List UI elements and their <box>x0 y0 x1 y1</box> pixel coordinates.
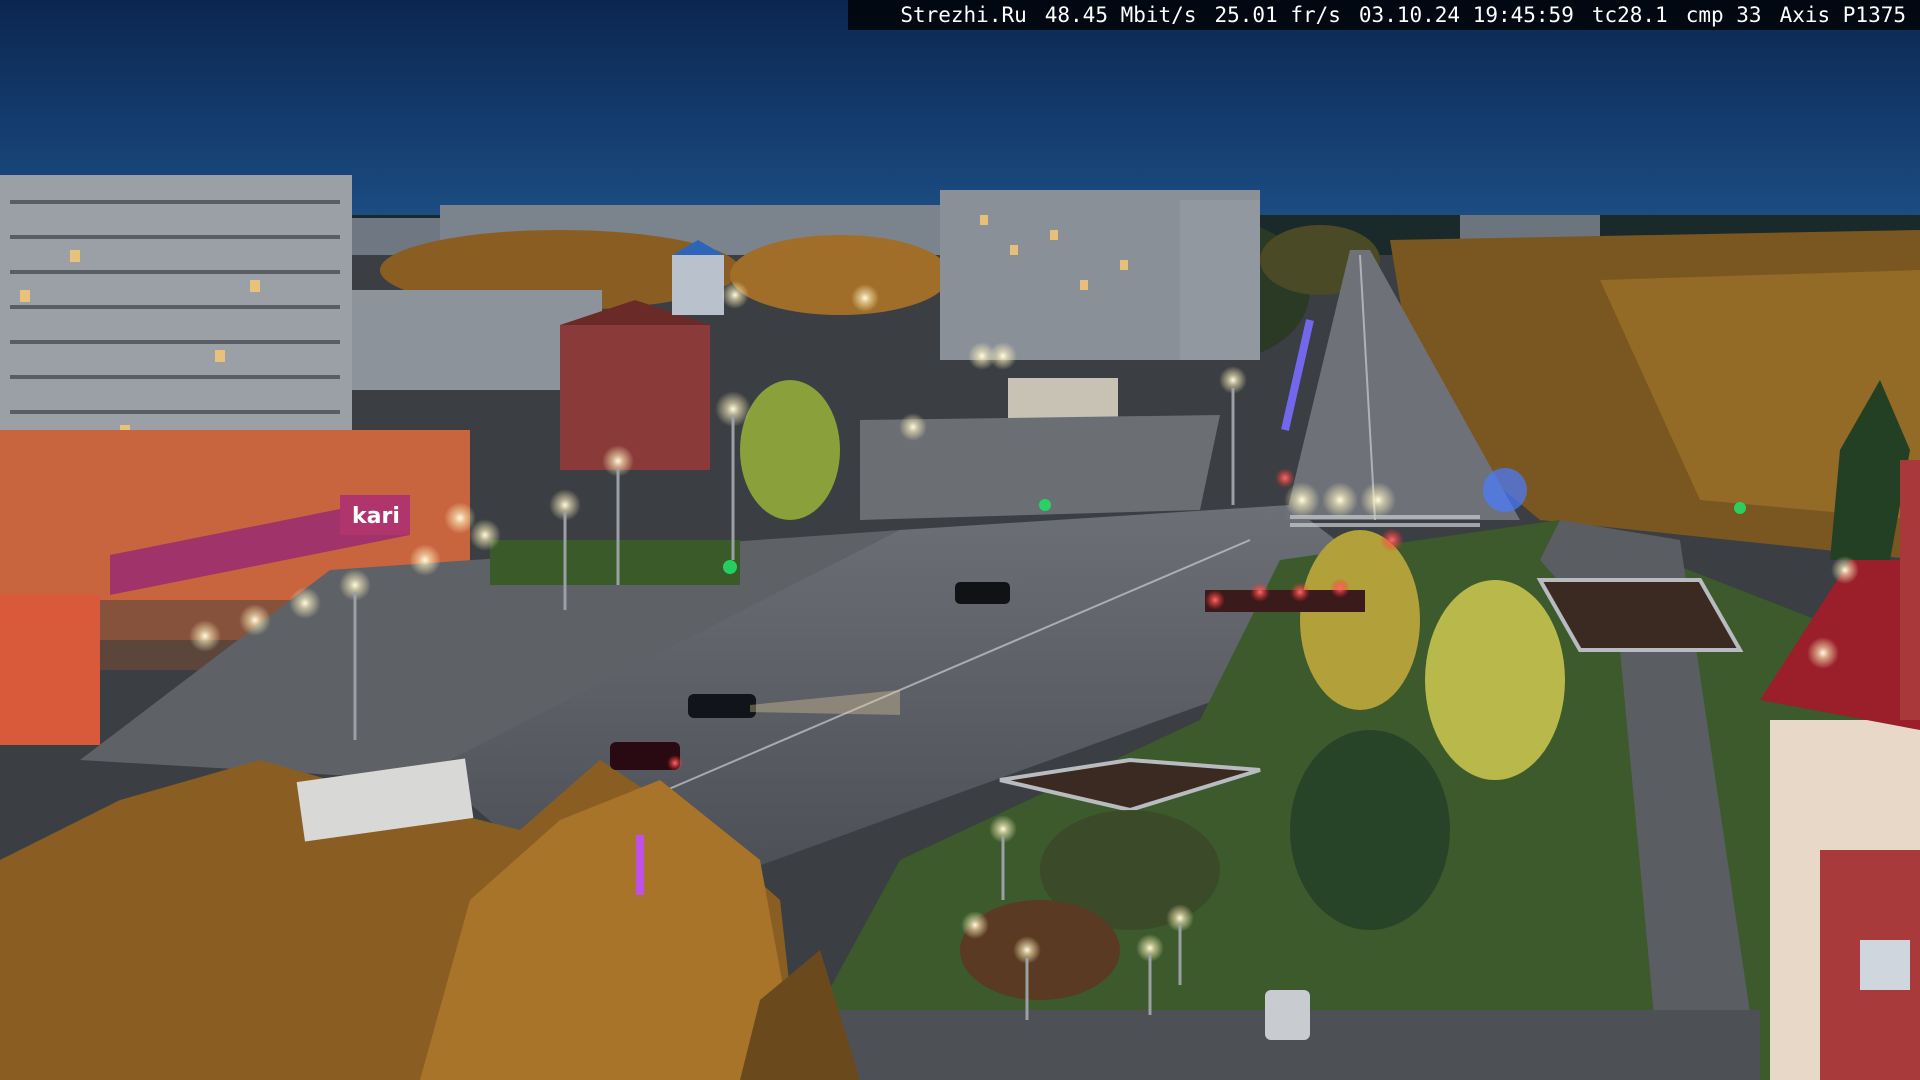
plaza-grass <box>490 540 740 585</box>
compression-label: cmp 33 <box>1685 3 1762 27</box>
webcam-view: kari Strezhi.Ru 48.45 Mbit/s 25.01 fr/s … <box>0 0 1920 1080</box>
street-scene: kari <box>0 0 1920 1080</box>
camera-model-label: Axis P1375 <box>1779 3 1906 27</box>
bitrate-label: 48.45 Mbit/s <box>1044 3 1197 27</box>
fps-label: 25.01 fr/s <box>1214 3 1341 27</box>
camera-info-overlay: Strezhi.Ru 48.45 Mbit/s 25.01 fr/s 03.10… <box>848 0 1920 30</box>
site-label: Strezhi.Ru <box>900 3 1027 27</box>
temperature-label: tc28.1 <box>1591 3 1668 27</box>
store-sign-text: kari <box>352 504 400 529</box>
datetime-label: 03.10.24 19:45:59 <box>1358 3 1574 27</box>
